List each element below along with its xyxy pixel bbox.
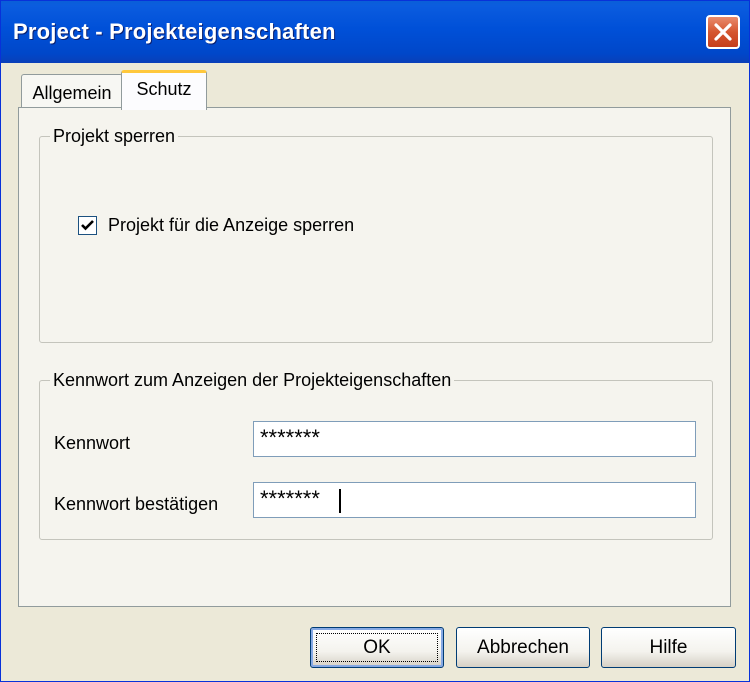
- tab-label: Schutz: [136, 79, 192, 99]
- group-legend: Kennwort zum Anzeigen der Projekteigensc…: [53, 370, 452, 390]
- password-input[interactable]: *******: [253, 421, 696, 457]
- tab-panel-schutz: Projekt sperren Projekt für die Anzeige …: [18, 107, 731, 607]
- tab-schutz[interactable]: Schutz: [121, 70, 207, 110]
- lock-view-checkbox[interactable]: [78, 216, 97, 235]
- close-button[interactable]: [706, 15, 740, 49]
- password-label: Kennwort: [54, 433, 131, 453]
- dialog-window: Project - Projekteigenschaften Allgemein…: [0, 0, 750, 682]
- window-title: Project - Projekteigenschaften: [13, 19, 336, 44]
- tab-strip: Allgemein Schutz: [1, 69, 750, 110]
- cancel-button[interactable]: Abbrechen: [456, 627, 590, 668]
- tab-allgemein[interactable]: Allgemein: [21, 74, 123, 109]
- help-button[interactable]: Hilfe: [601, 627, 736, 668]
- lock-project-group: Projekt sperren Projekt für die Anzeige …: [39, 126, 713, 343]
- group-legend: Projekt sperren: [53, 126, 176, 146]
- checkmark-icon: [81, 220, 94, 231]
- close-icon: [714, 23, 732, 41]
- text-caret: [339, 489, 341, 513]
- confirm-password-value: *******: [260, 486, 320, 511]
- confirm-password-input[interactable]: *******: [253, 482, 696, 518]
- confirm-password-label: Kennwort bestätigen: [54, 494, 219, 514]
- title-bar[interactable]: Project - Projekteigenschaften: [1, 1, 749, 63]
- tab-label: Allgemein: [32, 83, 112, 103]
- lock-view-label: Projekt für die Anzeige sperren: [108, 215, 355, 235]
- password-group: Kennwort zum Anzeigen der Projekteigensc…: [39, 370, 713, 540]
- ok-button[interactable]: OK: [310, 627, 444, 668]
